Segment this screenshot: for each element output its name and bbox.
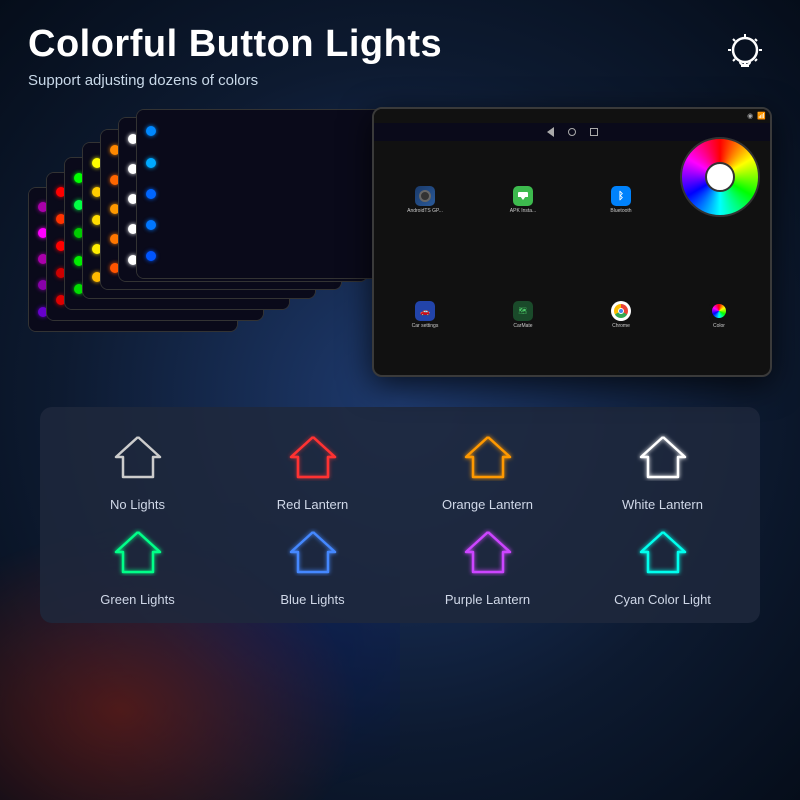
device-stack [28,117,408,397]
blue-lights-label: Blue Lights [280,592,344,607]
purple-lantern-icon [458,522,518,582]
header: Colorful Button Lights Support adjusting… [28,24,772,89]
light-item-red[interactable]: Red Lantern [225,427,400,512]
light-item-green[interactable]: Green Lights [50,522,225,607]
cyan-color-light-icon [633,522,693,582]
green-lights-label: Green Lights [100,592,174,607]
red-lantern-label: Red Lantern [277,497,349,512]
light-item-white[interactable]: White Lantern [575,427,750,512]
color-wheel-center [705,162,735,192]
device-display-area: ◉ 📶 AndroidTS GP... [28,107,772,397]
app-bluetooth: ᛒ Bluetooth [574,145,668,256]
green-lights-icon [108,522,168,582]
orange-lantern-label: Orange Lantern [442,497,533,512]
no-lights-label: No Lights [110,497,165,512]
light-item-blue[interactable]: Blue Lights [225,522,400,607]
light-item-purple[interactable]: Purple Lantern [400,522,575,607]
app-carmate: 🗺 CarMate [476,260,570,371]
device-card-7 [136,109,394,279]
page-title: Colorful Button Lights [28,24,442,66]
title-section: Colorful Button Lights Support adjusting… [28,24,442,89]
bottom-light-grid: Green Lights Blue Lights Purple Lantern [50,522,750,607]
app-color: Color [672,260,766,371]
light-item-no-lights[interactable]: No Lights [50,427,225,512]
white-lantern-label: White Lantern [622,497,703,512]
orange-lantern-icon [458,427,518,487]
app-chrome: Chrome [574,260,668,371]
light-item-cyan[interactable]: Cyan Color Light [575,522,750,607]
device-top-bar: ◉ 📶 [374,109,770,123]
top-light-grid: No Lights Red Lantern Orange Lantern [50,427,750,512]
blue-lights-icon [283,522,343,582]
main-device: ◉ 📶 AndroidTS GP... [372,107,772,377]
purple-lantern-label: Purple Lantern [445,592,530,607]
recents-nav-icon [590,128,598,136]
page-subtitle: Support adjusting dozens of colors [28,72,442,89]
back-nav-icon [547,127,554,137]
light-options-panel: No Lights Red Lantern Orange Lantern [40,407,760,623]
app-apk-install: APK Insta... [476,145,570,256]
light-item-orange[interactable]: Orange Lantern [400,427,575,512]
app-car-settings: 🚗 Car settings [378,260,472,371]
white-lantern-icon [633,427,693,487]
bulb-icon [718,24,772,87]
red-lantern-icon [283,427,343,487]
app-androidts: AndroidTS GP... [378,145,472,256]
color-wheel-overlay [680,137,760,217]
cyan-color-light-label: Cyan Color Light [614,592,711,607]
no-lights-icon [108,427,168,487]
home-nav-icon [568,128,576,136]
